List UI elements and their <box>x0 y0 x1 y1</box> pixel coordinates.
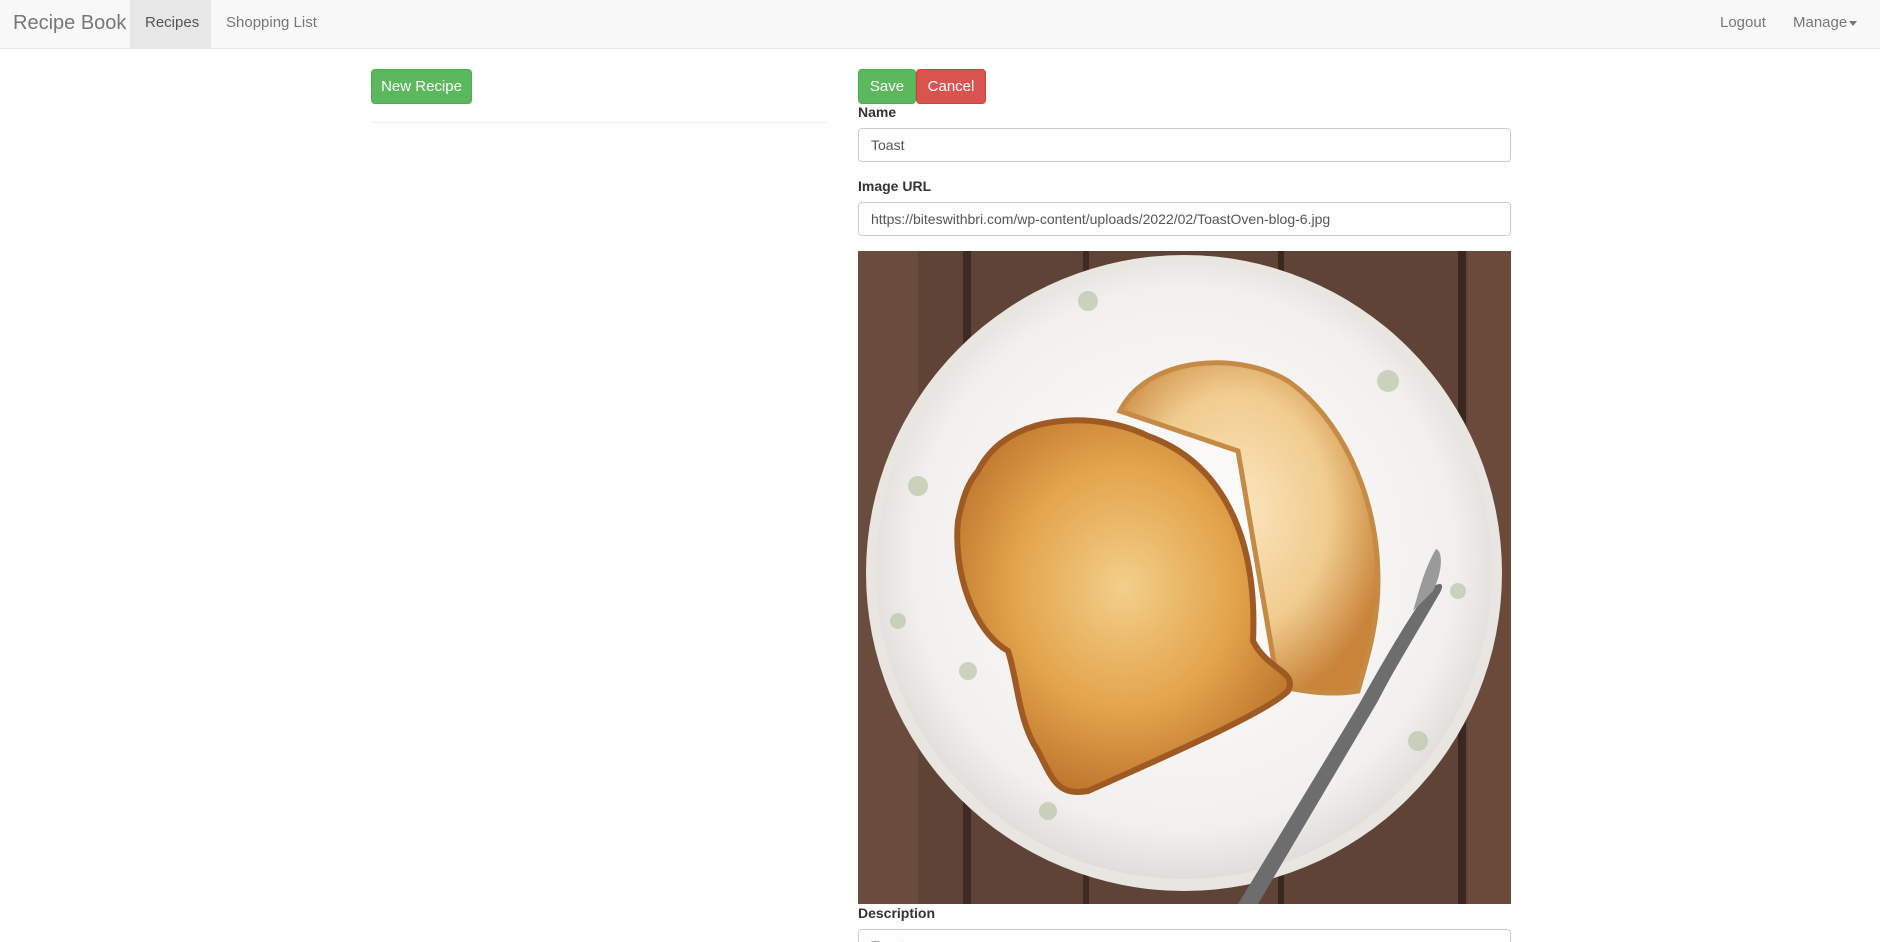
recipe-image <box>858 251 1511 904</box>
divider <box>371 122 828 123</box>
save-button[interactable]: Save <box>858 69 916 104</box>
nav-manage-dropdown[interactable]: Manage <box>1778 0 1872 48</box>
cancel-button[interactable]: Cancel <box>916 69 986 104</box>
new-recipe-button[interactable]: New Recipe <box>371 69 472 104</box>
caret-down-icon <box>1849 20 1858 26</box>
navbar: Recipe Book Recipes Shopping List Logout… <box>0 0 1880 49</box>
name-label: Name <box>858 104 897 120</box>
image-url-input[interactable] <box>858 202 1511 236</box>
description-textarea[interactable]: Toast <box>858 929 1511 942</box>
name-input[interactable] <box>858 128 1511 162</box>
nav-recipes[interactable]: Recipes <box>130 0 211 48</box>
nav-shopping-list[interactable]: Shopping List <box>211 0 332 48</box>
description-label: Description <box>858 905 936 921</box>
manage-label: Manage <box>1793 14 1848 31</box>
nav-logout[interactable]: Logout <box>1705 0 1781 48</box>
image-url-label: Image URL <box>858 178 932 194</box>
brand-link[interactable]: Recipe Book <box>13 0 126 48</box>
